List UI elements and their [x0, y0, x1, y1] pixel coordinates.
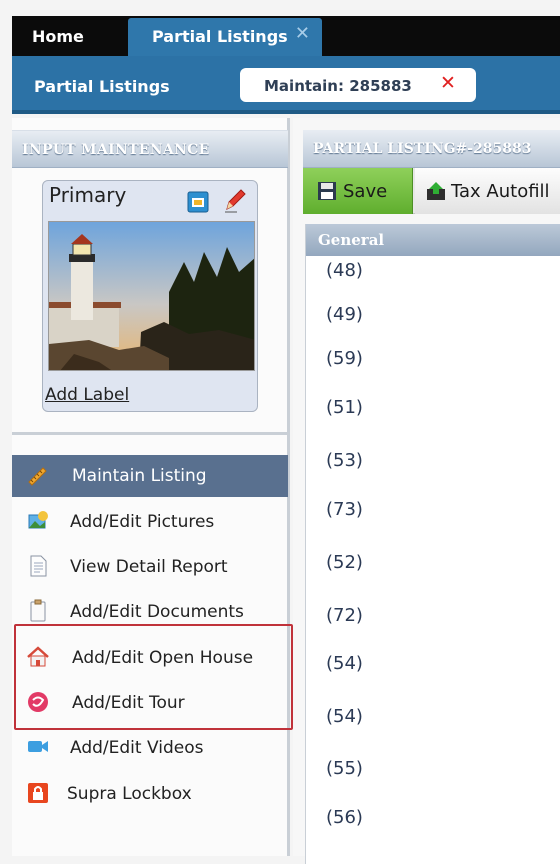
general-header: General	[306, 224, 560, 256]
sidebar-item-add-edit-videos[interactable]: Add/Edit Videos	[12, 727, 288, 769]
tab-partial-listings-label: Partial Listings	[152, 27, 288, 46]
document-icon	[30, 555, 47, 577]
sidebar-item-view-detail-report[interactable]: View Detail Report	[12, 546, 288, 588]
partial-listing-title: PARTIAL LISTING#-285883	[313, 141, 532, 157]
sidebar-item-label: Add/Edit Pictures	[70, 512, 215, 532]
section-title[interactable]: Partial Listings	[34, 56, 170, 118]
maintain-tab-pill[interactable]: Maintain: 285883 ✕	[240, 68, 476, 102]
general-section: General (48) (49) (59) (51) (53) (73) (5…	[305, 224, 560, 864]
listing-toolbar: Save Tax Autofill	[303, 168, 560, 214]
primary-photo-card: Primary Add Label	[42, 180, 258, 412]
tab-partial-listings[interactable]: Partial Listings ✕	[128, 18, 322, 56]
save-button[interactable]: Save	[303, 168, 413, 214]
primary-label: Primary	[49, 183, 127, 207]
sidebar-item-label: Add/Edit Videos	[70, 738, 204, 758]
sidebar-item-add-edit-pictures[interactable]: Add/Edit Pictures	[12, 501, 288, 543]
field-code: (55)	[326, 758, 363, 779]
input-maintenance-header: INPUT MAINTENANCE	[12, 130, 288, 168]
add-label-link[interactable]: Add Label	[45, 385, 129, 405]
video-camera-icon	[28, 741, 48, 752]
sidebar-divider	[12, 432, 288, 435]
left-sidebar: INPUT MAINTENANCE Primary Add Label Main…	[12, 118, 290, 856]
sub-header-bar: Partial Listings Maintain: 285883 ✕	[12, 56, 560, 114]
sidebar-item-label: Supra Lockbox	[67, 784, 192, 804]
pictures-icon	[28, 511, 48, 529]
field-code: (59)	[326, 348, 363, 369]
field-code: (53)	[326, 450, 363, 471]
general-title: General	[318, 231, 385, 249]
field-code: (54)	[326, 706, 363, 727]
sidebar-item-supra-lockbox[interactable]: Supra Lockbox	[12, 773, 288, 815]
field-code: (72)	[326, 605, 363, 626]
sidebar-item-label: View Detail Report	[70, 557, 228, 577]
sidebar-item-label: Maintain Listing	[72, 466, 207, 486]
field-code: (49)	[326, 304, 363, 325]
maintain-tab-label: Maintain: 285883	[264, 77, 412, 95]
lockbox-icon	[28, 783, 48, 803]
close-tab-icon[interactable]: ✕	[295, 24, 310, 44]
lighthouse-image	[49, 222, 254, 370]
image-manage-icon[interactable]	[187, 191, 209, 213]
pencil-icon[interactable]	[223, 187, 247, 213]
tax-autofill-icon	[427, 182, 445, 200]
highlight-box	[14, 624, 293, 730]
clipboard-icon	[30, 599, 46, 622]
close-maintain-icon[interactable]: ✕	[440, 71, 456, 95]
floppy-disk-icon	[318, 182, 336, 200]
save-label: Save	[343, 181, 388, 202]
partial-listing-header: PARTIAL LISTING#-285883	[303, 130, 560, 168]
ruler-pencil-icon	[28, 467, 47, 486]
field-code: (48)	[326, 260, 363, 281]
tax-autofill-label: Tax Autofill	[451, 181, 550, 202]
field-code: (54)	[326, 653, 363, 674]
sidebar-item-maintain-listing[interactable]: Maintain Listing	[12, 455, 288, 497]
top-tab-bar: Home Partial Listings ✕	[12, 16, 560, 56]
tab-home[interactable]: Home	[32, 16, 84, 56]
input-maintenance-title: INPUT MAINTENANCE	[22, 142, 210, 158]
field-code: (56)	[326, 807, 363, 828]
tax-autofill-button[interactable]: Tax Autofill	[415, 168, 560, 214]
lighthouse-photo[interactable]	[48, 221, 255, 371]
field-code: (51)	[326, 397, 363, 418]
field-code: (73)	[326, 499, 363, 520]
listing-detail-panel: PARTIAL LISTING#-285883 Save Tax Autofil…	[293, 118, 560, 864]
field-code: (52)	[326, 552, 363, 573]
